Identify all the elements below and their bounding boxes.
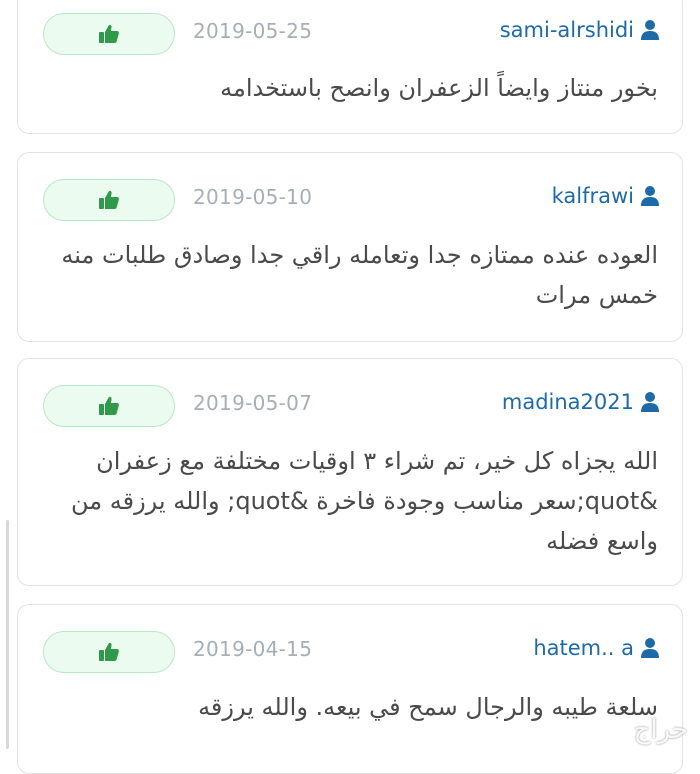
review-user[interactable]: sami-alrshidi (500, 18, 660, 42)
thumbs-up-icon (99, 396, 119, 415)
user-icon (641, 392, 659, 412)
review-user[interactable]: kalfrawi (552, 184, 660, 208)
review-date: 2019-04-15 (193, 637, 313, 661)
watermark: حراج (633, 715, 688, 745)
thumbs-up-icon (99, 190, 119, 209)
review-header: 2019-05-25 sami-alrshidi (18, 13, 682, 59)
username[interactable]: madina2021 (502, 390, 634, 414)
like-button[interactable] (43, 13, 175, 55)
user-icon (641, 186, 659, 206)
review-card: 2019-05-25 sami-alrshidi بخور منتاز وايض… (17, 0, 683, 134)
thumbs-up-icon (99, 642, 119, 661)
like-button[interactable] (43, 385, 175, 427)
like-button[interactable] (43, 631, 175, 673)
review-text: بخور منتاز وايضاً الزعفران وانصح باستخدا… (220, 74, 658, 102)
review-header: 2019-05-10 kalfrawi (18, 179, 682, 225)
user-icon (641, 20, 659, 40)
like-button[interactable] (43, 179, 175, 221)
review-text: الله يجزاه كل خير، تم شراء ٣ اوقيات مختل… (70, 447, 658, 555)
review-header: 2019-04-15 hatem.. a (18, 631, 682, 677)
review-card: 2019-05-07 madina2021 الله يجزاه كل خير،… (17, 358, 683, 586)
user-icon (641, 638, 659, 658)
review-date: 2019-05-10 (193, 185, 313, 209)
username[interactable]: kalfrawi (552, 184, 634, 208)
review-text: سلعة طيبه والرجال سمح في بيعه. والله يرز… (198, 693, 658, 721)
review-date: 2019-05-25 (193, 19, 313, 43)
review-user[interactable]: hatem.. a (533, 636, 660, 660)
review-header: 2019-05-07 madina2021 (18, 385, 682, 431)
username[interactable]: hatem.. a (533, 636, 634, 660)
review-date: 2019-05-07 (193, 391, 313, 415)
review-card: 2019-05-10 kalfrawi العوده عنده ممتازه ج… (17, 152, 683, 342)
review-user[interactable]: madina2021 (502, 390, 660, 414)
thumbs-up-icon (99, 24, 119, 43)
review-text: العوده عنده ممتازه جدا وتعامله راقي جدا … (61, 241, 658, 309)
username[interactable]: sami-alrshidi (500, 18, 634, 42)
scrollbar[interactable] (6, 520, 9, 749)
